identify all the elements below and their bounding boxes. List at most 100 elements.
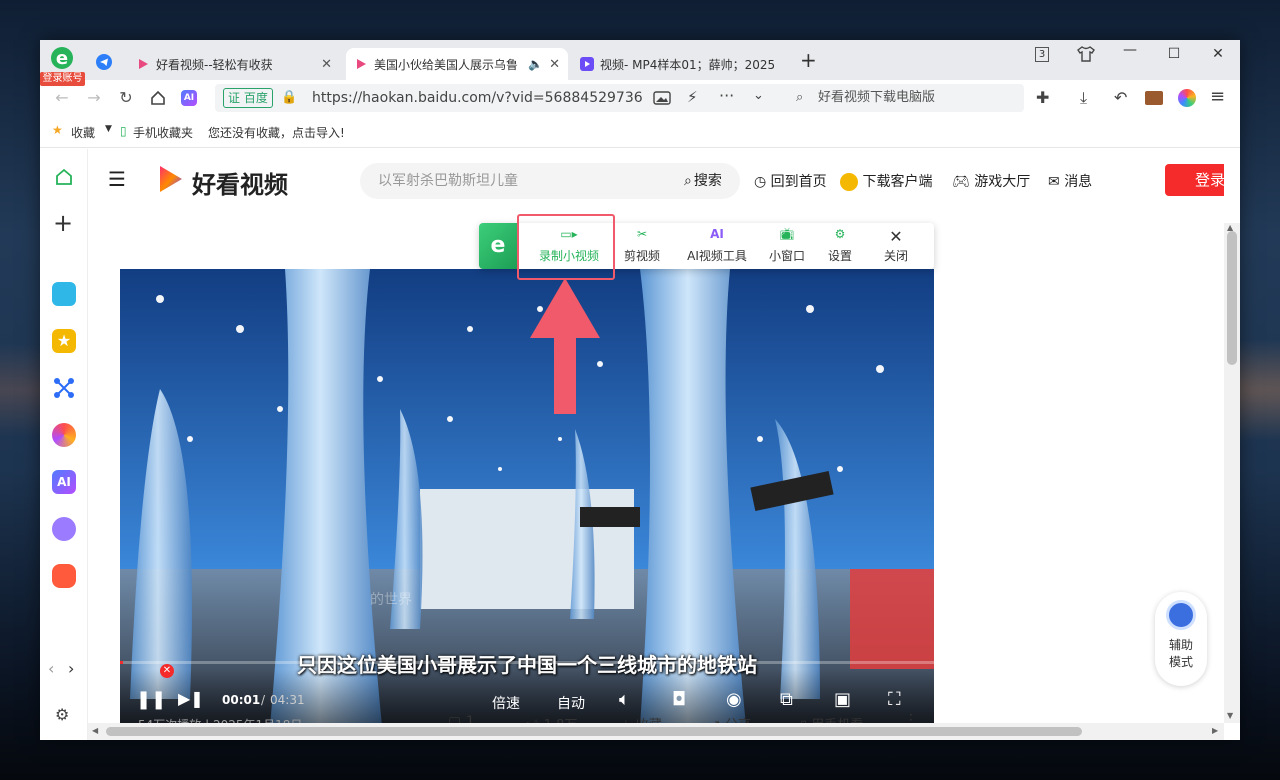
minimize-button[interactable]: — (1116, 42, 1144, 58)
video-player[interactable]: 的世界 只因这位美国小哥展示了中国一个三线城市的地铁站 ❚❚ ▶❚ 00:01 … (120, 269, 934, 723)
settings-button[interactable]: ⚙ 设置 (825, 227, 855, 267)
tab-mp4-sample[interactable]: 视频- MP4样本01；薛帅；2025 (572, 48, 782, 80)
phone-icon: ▯ (120, 124, 127, 138)
robot-icon[interactable] (52, 517, 76, 541)
target-icon[interactable]: ◉ (726, 689, 742, 710)
home-icon[interactable] (150, 90, 166, 106)
ai-chat-icon[interactable] (52, 423, 76, 447)
maximize-button[interactable]: ☐ (1160, 46, 1188, 62)
shirt-icon[interactable] (1077, 46, 1095, 62)
back-home-link[interactable]: ◷ 回到首页 (754, 171, 827, 191)
more-icon[interactable]: ··· (719, 86, 734, 105)
haokan-favicon-icon (357, 59, 366, 69)
mobile-bookmarks-link[interactable]: 手机收藏夹 (133, 124, 193, 141)
vertical-scrollbar[interactable]: ▲ ▼ (1224, 223, 1240, 723)
browser-e-logo-icon: e (479, 223, 517, 269)
time-total: 04:31 (270, 693, 305, 707)
ai-tool-icon[interactable]: AI (52, 470, 76, 494)
scroll-right-icon[interactable]: ▶ (1212, 726, 1218, 735)
image-icon[interactable] (653, 90, 671, 106)
progress-track[interactable] (120, 661, 934, 664)
tool-icon[interactable] (52, 282, 76, 306)
network-icon[interactable] (52, 376, 76, 400)
site-title[interactable]: 好看视频 (192, 165, 288, 200)
site-header: ☰ 好看视频 以军射杀巴勒斯坦儿童 ⌕ 搜索 ◷ 回到首页 下载客户端 🎮︎ 游戏… (88, 149, 1224, 211)
browser-logo-icon[interactable]: e (48, 46, 76, 70)
video-watermark: 的世界 (370, 592, 412, 608)
haokan-logo-icon[interactable] (154, 163, 186, 195)
extension-icon[interactable]: ✚ (1036, 88, 1049, 107)
hamburger-menu-icon[interactable]: ☰ (108, 167, 126, 191)
back-icon[interactable]: ← (52, 88, 72, 108)
game-icon[interactable] (52, 564, 76, 588)
import-bookmarks-link[interactable]: 您还没有收藏，点击导入! (208, 124, 345, 141)
volume-icon[interactable]: 🔈︎ (619, 689, 630, 710)
menu-icon[interactable]: ≡ (1210, 86, 1225, 107)
address-bar[interactable]: 证 百度 🔒 https://haokan.baidu.com/v?vid=56… (215, 84, 815, 112)
lightning-icon[interactable]: ⚡ (687, 88, 698, 106)
next-icon[interactable]: ▶❚ (178, 689, 204, 708)
site-search-input[interactable]: 以军射杀巴勒斯坦儿童 (360, 163, 660, 199)
settings-gear-icon[interactable]: ⚙ (55, 705, 69, 724)
horizontal-scrollbar[interactable]: ◀ ▶ (88, 723, 1224, 740)
url-text[interactable]: https://haokan.baidu.com/v?vid=568845297… (312, 90, 642, 106)
close-progress-icon[interactable]: ✕ (160, 664, 174, 678)
expand-right-icon[interactable]: › (68, 659, 74, 678)
add-icon[interactable]: + (53, 209, 73, 237)
login-account-badge[interactable]: 登录账号 (40, 72, 85, 86)
forward-icon[interactable]: → (84, 88, 104, 108)
cert-badge[interactable]: 证 百度 (223, 88, 273, 108)
favorites-label[interactable]: 收藏 (71, 124, 95, 141)
speaker-icon[interactable]: 🔈 (528, 57, 543, 71)
accessibility-icon (1166, 600, 1196, 630)
progress-fill (120, 661, 124, 664)
vertical-scroll-thumb[interactable] (1227, 231, 1237, 365)
fullscreen-icon[interactable]: ⛶ (888, 689, 901, 710)
messages-link[interactable]: ✉ 消息 (1048, 171, 1092, 191)
browser-window: e 登录账号 好看视频--轻松有收获 ✕ 美国小伙给美国人展示乌鲁 🔈 ✕ 视频… (40, 40, 1240, 740)
home-icon[interactable] (54, 167, 74, 187)
close-tab-icon[interactable]: ✕ (321, 57, 332, 72)
close-window-button[interactable]: ✕ (1204, 46, 1232, 62)
edit-video-button[interactable]: ✂ 剪视频 (617, 227, 667, 267)
tab-current-video[interactable]: 美国小伙给美国人展示乌鲁 🔈 ✕ (346, 48, 568, 80)
favorites-star-icon[interactable]: ★ (52, 329, 76, 353)
screenshot-icon[interactable]: ◘ (672, 689, 686, 710)
assist-mode-button[interactable]: 辅助 模式 (1155, 592, 1207, 686)
webfullscreen-icon[interactable]: ▣ (834, 689, 851, 710)
login-button[interactable]: 登录 (1165, 164, 1224, 196)
search-icon: ⌕ (796, 90, 804, 105)
new-tab-button[interactable]: + (800, 48, 817, 72)
tab-count-badge[interactable]: 3 (1035, 47, 1049, 62)
navigation-bar: ← → ↻ AI 证 百度 🔒 https://haokan.baidu.com… (40, 80, 1240, 116)
close-tab-icon[interactable]: ✕ (549, 57, 560, 72)
tab-bar: e 登录账号 好看视频--轻松有收获 ✕ 美国小伙给美国人展示乌鲁 🔈 ✕ 视频… (40, 40, 1240, 86)
svg-text:e: e (56, 48, 68, 69)
browser-search-box[interactable]: ⌕ 好看视频下载电脑版 (788, 84, 1024, 112)
download-client-link[interactable]: 下载客户端 (840, 171, 932, 191)
undo-icon[interactable]: ↶ (1114, 88, 1127, 107)
ai-video-tools-button[interactable]: AI AI视频工具 (677, 227, 757, 267)
mini-window-button[interactable]: 📺︎ 小窗口 (764, 227, 810, 267)
ai-assistant-icon[interactable]: AI (181, 90, 197, 106)
game-hall-link[interactable]: 🎮︎ 游戏大厅 (952, 171, 1030, 191)
ai-color-icon[interactable] (1178, 89, 1196, 107)
ai-icon: AI (710, 227, 724, 241)
telegram-icon[interactable] (96, 54, 112, 70)
briefcase-icon[interactable] (1145, 91, 1163, 105)
close-icon: ✕ (889, 227, 903, 246)
pause-icon[interactable]: ❚❚ (136, 689, 166, 710)
collapse-left-icon[interactable]: ‹ (48, 659, 54, 678)
scroll-left-icon[interactable]: ◀ (92, 726, 98, 735)
chevron-down-icon[interactable]: ▼ (105, 124, 112, 134)
refresh-icon[interactable]: ↻ (116, 88, 136, 108)
horizontal-scroll-thumb[interactable] (106, 727, 1082, 736)
site-search-button[interactable]: ⌕ 搜索 (660, 163, 740, 199)
pip-icon[interactable]: ⧉ (780, 689, 793, 710)
scroll-down-icon[interactable]: ▼ (1227, 711, 1233, 720)
search-icon: ⌕ (684, 173, 692, 189)
close-toolbar-button[interactable]: ✕ 关闭 (881, 227, 911, 267)
tab-haokan-home[interactable]: 好看视频--轻松有收获 ✕ (128, 48, 340, 80)
download-icon[interactable]: ⤓ (1080, 88, 1087, 108)
chevron-down-icon[interactable]: ⌄ (753, 88, 764, 103)
